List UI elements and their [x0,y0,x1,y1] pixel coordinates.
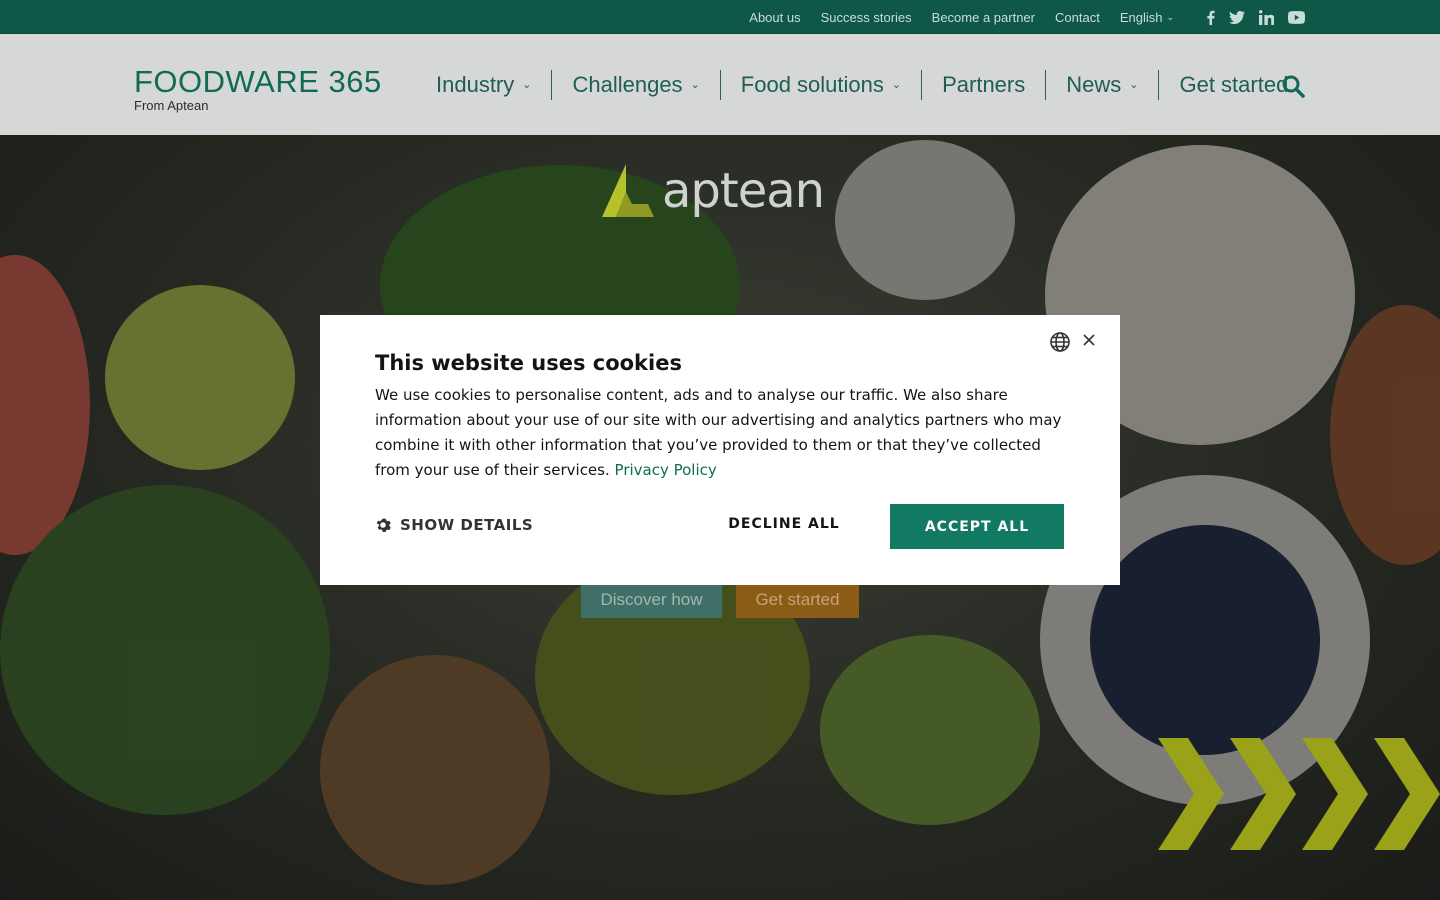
cookie-body-text: We use cookies to personalise content, a… [375,386,1062,479]
discover-how-button[interactable]: Discover how [581,581,722,618]
nav-item-label: Challenges [572,71,683,97]
nav-item-label: Food solutions [740,71,884,97]
foodware-logo[interactable]: FOODWARE 365 From Aptean [134,64,382,113]
privacy-policy-link[interactable]: Privacy Policy [615,461,717,479]
become-partner-link[interactable]: Become a partner [932,10,1035,25]
twitter-icon[interactable] [1229,10,1245,24]
social-links [1192,9,1305,25]
nav-item-label: Partners [942,71,1026,97]
hero-get-started-button[interactable]: Get started [736,581,859,618]
chevron-down-icon: ⌄ [1166,11,1174,22]
aptean-logo: aptean [598,162,825,220]
logo-subtitle: From Aptean [134,98,209,113]
cookie-body: We use cookies to personalise content, a… [375,383,1075,483]
top-utility-bar: About us Success stories Become a partne… [0,0,1440,34]
cookie-consent-dialog: This website uses cookies We use cookies… [320,315,1120,585]
logo-text: FOODWARE 365 [134,64,382,99]
search-icon[interactable] [1281,74,1305,102]
about-us-link[interactable]: About us [749,10,800,25]
language-selector[interactable]: English ⌄ [1120,10,1174,25]
language-label: English [1119,9,1163,25]
show-details-label: SHOW DETAILS [400,516,534,534]
facebook-icon[interactable] [1206,10,1215,25]
youtube-icon[interactable] [1288,10,1305,24]
gear-icon [376,518,391,532]
nav-item-label: Get started [1179,71,1289,97]
utility-links: About us Success stories Become a partne… [729,0,1305,34]
nav-item-challenges[interactable]: Challenges ⌄ [551,69,719,100]
chevron-down-icon: ⌄ [1129,79,1139,91]
chevron-down-icon: ⌄ [522,79,532,91]
nav-item-news[interactable]: News ⌄ [1045,69,1158,100]
accept-all-button[interactable]: ACCEPT ALL [890,504,1064,549]
cookie-title: This website uses cookies [375,351,682,375]
aptean-mark-icon [602,164,654,217]
nav-item-food-solutions[interactable]: Food solutions ⌄ [719,69,921,100]
chevron-down-icon: ⌄ [891,79,902,91]
chevron-arrows-graphic [1158,738,1440,854]
close-icon[interactable] [1082,332,1096,351]
globe-icon[interactable] [1049,331,1071,357]
show-details-button[interactable]: SHOW DETAILS [375,516,533,534]
nav-item-industry[interactable]: Industry ⌄ [416,70,551,100]
success-stories-link[interactable]: Success stories [821,10,912,25]
logo-wordmark: FOODWARE 365 [134,64,382,100]
nav-item-partners[interactable]: Partners [921,69,1045,100]
contact-link[interactable]: Contact [1055,10,1100,25]
decline-all-button[interactable]: DECLINE ALL [710,516,858,532]
aptean-wordmark: aptean [662,163,825,219]
linkedin-icon[interactable] [1259,9,1274,25]
nav-item-label: News [1066,71,1122,97]
chevron-down-icon: ⌄ [690,79,700,91]
nav-item-label: Industry [436,71,515,97]
main-header: FOODWARE 365 From Aptean Industry ⌄ Chal… [0,34,1440,135]
main-nav: Industry ⌄ Challenges ⌄ Food solutions ⌄… [416,34,1308,135]
